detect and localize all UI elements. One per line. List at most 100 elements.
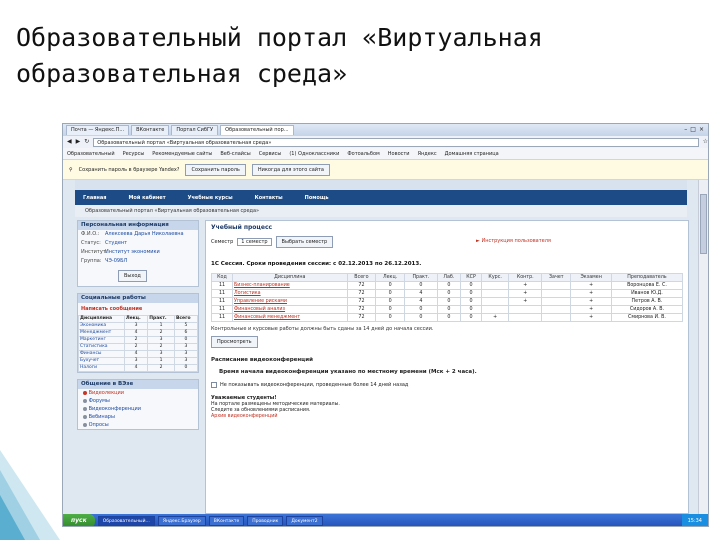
info-row: Ф.И.О.: Алексеева Дарья Николаевна: [78, 230, 198, 239]
column-header: Контр.: [508, 273, 543, 282]
nav-item[interactable]: Мой кабинет: [128, 194, 165, 202]
bookmark-item[interactable]: Новости: [388, 150, 410, 158]
table-row: Экономика 3 1 5: [78, 322, 199, 330]
bookmark-item[interactable]: Веб-слайсы: [220, 150, 250, 158]
taskbar-item[interactable]: Образовательный...: [97, 516, 155, 526]
table-cell: Воронцова Е. С.: [610, 281, 684, 290]
taskbar-item[interactable]: ВКонтакте: [208, 516, 245, 526]
nav-item[interactable]: Помощь: [305, 194, 329, 202]
view-plan-button[interactable]: Просмотреть: [211, 336, 258, 348]
table-row: Маркетинг 2 3 0: [78, 336, 199, 344]
table-cell: 2: [147, 329, 175, 337]
table-cell[interactable]: Финансы: [78, 350, 125, 358]
arrow-icon: ►: [476, 238, 480, 244]
table-cell: 1: [147, 322, 175, 330]
nav-item[interactable]: Контакты: [255, 194, 283, 202]
table-cell[interactable]: Менеджмент: [78, 329, 125, 337]
table-cell: 0: [460, 281, 483, 290]
comm-label: Форумы: [88, 398, 110, 404]
table-cell: Петров А. В.: [610, 297, 684, 306]
browser-tab[interactable]: Почта — Яндекс.П...: [66, 125, 130, 135]
start-button[interactable]: пуск: [63, 514, 95, 526]
table-cell: 0: [460, 297, 483, 306]
taskbar-item[interactable]: Проводник: [247, 516, 284, 526]
table-cell[interactable]: Налоги: [78, 364, 125, 372]
breadcrumb: Образовательный портал «Виртуальная обра…: [75, 205, 687, 217]
nav-item[interactable]: Главная: [83, 194, 106, 202]
column-header: Лаб.: [436, 273, 462, 282]
choose-semester-button[interactable]: Выбрать семестр: [275, 236, 334, 248]
discipline-link[interactable]: Финансовый анализ: [232, 305, 348, 314]
bullet-icon: [83, 390, 87, 395]
discipline-link[interactable]: Логистика: [232, 289, 348, 298]
star-icon[interactable]: ☆: [703, 138, 708, 146]
write-message-link[interactable]: Написать сообщение: [78, 303, 198, 315]
exit-button[interactable]: Выход: [118, 270, 147, 282]
back-icon[interactable]: ◀: [67, 138, 72, 146]
browser-tab[interactable]: ВКонтакте: [131, 125, 170, 135]
bookmark-item[interactable]: Рекомендуемые сайты: [152, 150, 212, 158]
bookmark-item[interactable]: Яндекс: [418, 150, 437, 158]
table-cell: 1: [147, 357, 175, 365]
table-cell: [541, 281, 572, 290]
close-icon[interactable]: ×: [699, 126, 704, 134]
info-value: Алексеева Дарья Николаевна: [105, 231, 184, 237]
info-value: Студент: [105, 240, 128, 246]
reload-icon[interactable]: ↻: [84, 138, 89, 146]
taskbar-item[interactable]: Документ2: [286, 516, 323, 526]
nav-item[interactable]: Учебные курсы: [188, 194, 233, 202]
bookmark-item[interactable]: Сервисы: [259, 150, 282, 158]
panel-title: Общение в ВЭзе: [78, 380, 198, 389]
bookmark-item[interactable]: Фотоальбом: [347, 150, 379, 158]
bookmark-item[interactable]: Ресурсы: [123, 150, 145, 158]
table-cell: 11: [211, 289, 233, 298]
table-cell: 0: [375, 305, 405, 314]
scroll-thumb[interactable]: [700, 194, 707, 254]
table-cell: Сидоров А. В.: [610, 305, 684, 314]
bookmark-item[interactable]: Домашняя страница: [445, 150, 499, 158]
section-title: Учебный процесс: [211, 224, 273, 231]
info-label: Институт:: [81, 249, 108, 255]
table-cell[interactable]: Статистика: [78, 343, 125, 351]
minimize-icon[interactable]: –: [684, 126, 687, 134]
semester-select[interactable]: 1 семестр: [237, 238, 272, 246]
table-cell: 11: [211, 305, 233, 314]
bookmark-item[interactable]: Образовательный: [67, 150, 115, 158]
maximize-icon[interactable]: □: [690, 126, 696, 134]
discipline-link[interactable]: Бизнес-планирование: [232, 281, 348, 290]
table-cell[interactable]: Маркетинг: [78, 336, 125, 344]
url-input[interactable]: Образовательный портал «Виртуальная обра…: [93, 137, 699, 147]
personal-info-panel: Персональная информация Ф.И.О.: Алексеева…: [77, 220, 199, 287]
table-cell[interactable]: Экономика: [78, 322, 125, 330]
comm-link-forums[interactable]: Форумы: [78, 397, 198, 405]
table-cell: 2: [147, 364, 175, 372]
table-cell[interactable]: Бухучет: [78, 357, 125, 365]
communication-panel: Общение в ВЭзе Видеолекции Форумы Видеок…: [77, 379, 199, 430]
never-save-button[interactable]: Никогда для этого сайта: [251, 163, 330, 176]
table-cell: [541, 313, 572, 322]
table-cell: 3: [147, 336, 175, 344]
bookmarks-bar: Образовательный Ресурсы Рекомендуемые са…: [63, 148, 708, 160]
column-header: Всего: [173, 315, 199, 323]
table-cell: [481, 281, 510, 290]
comm-link-webinars[interactable]: Вебинары: [78, 413, 198, 421]
browser-tab[interactable]: Портал СибГУ: [171, 125, 219, 135]
column-header: Код: [211, 273, 233, 282]
table-cell: 11: [211, 281, 233, 290]
instruction-link[interactable]: ► Инструкция пользователя: [476, 237, 551, 245]
save-password-button[interactable]: Сохранить пароль: [185, 163, 246, 176]
comm-link-video-lectures[interactable]: Видеолекции: [78, 389, 198, 397]
taskbar-item[interactable]: Яндекс.Браузер: [157, 516, 206, 526]
hide-old-videoconf[interactable]: Не показывать видеоконференции, проведен…: [211, 381, 683, 389]
checkbox[interactable]: [211, 382, 217, 388]
comm-link-videoconf[interactable]: Видеоконференции: [78, 405, 198, 413]
bookmark-item[interactable]: (1) Одноклассники: [289, 150, 339, 158]
vertical-scrollbar[interactable]: [698, 180, 708, 514]
table-cell: 4: [123, 350, 149, 358]
comm-link-polls[interactable]: Опросы: [78, 421, 198, 429]
browser-tab-active[interactable]: Образовательный пор...: [220, 125, 294, 135]
forward-icon[interactable]: ▶: [76, 138, 81, 146]
videoconf-archive-link[interactable]: Архив видеоконференций: [211, 414, 683, 420]
discipline-link[interactable]: Управление рисками: [232, 297, 348, 306]
discipline-link[interactable]: Финансовый менеджмент: [232, 313, 348, 322]
